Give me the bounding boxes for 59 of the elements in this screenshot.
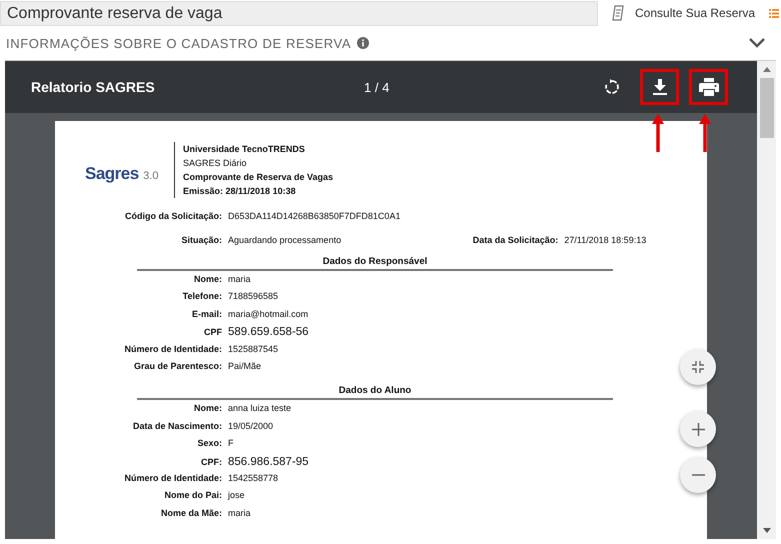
field-value: D653DA114D14268B63850F7DFD81C0A1: [228, 211, 400, 221]
minus-icon: [692, 474, 704, 476]
field-value: 1525887545: [228, 344, 278, 354]
field-value: jose: [228, 490, 245, 500]
field-label: Nome:: [192, 403, 222, 414]
scroll-down-icon[interactable]: [762, 528, 770, 533]
header-line: Universidade TecnoTRENDS: [183, 143, 305, 156]
info-icon: [357, 37, 370, 49]
arrow-annotation: [699, 114, 711, 152]
section-heading: Dados do Aluno: [338, 384, 412, 398]
field-label: Nome:: [192, 274, 222, 284]
field-label: CPF: [203, 327, 222, 338]
field-label: Data da Solicitação:: [472, 235, 558, 245]
download-icon[interactable]: [652, 79, 666, 95]
field-value: 7188596585: [228, 291, 278, 302]
field-value: maria: [228, 508, 251, 518]
page-counter: 1 / 4: [364, 80, 390, 94]
field-label: Código da Solicitação:: [124, 211, 222, 221]
field-label: Sexo:: [196, 438, 222, 448]
header-line: Comprovante de Reserva de Vagas: [183, 171, 334, 184]
collapse-icon: [692, 361, 704, 373]
field-value: 19/05/2000: [228, 420, 274, 431]
field-value: maria@hotmail.com: [228, 308, 308, 319]
header-line: Emissão: 28/11/2018 10:38: [183, 185, 296, 198]
field-label: Nome da Mãe:: [160, 508, 222, 518]
field-value: Pai/Mãe: [228, 360, 262, 371]
scrollbar[interactable]: [757, 61, 776, 539]
field-label: Situação:: [180, 235, 222, 245]
rotate-icon[interactable]: [604, 79, 620, 95]
plus-icon: [692, 422, 704, 436]
field-label: Número de Identidade:: [123, 344, 222, 354]
field-value: anna luiza teste: [228, 403, 292, 414]
field-label: CPF:: [200, 456, 222, 467]
print-icon[interactable]: [698, 78, 718, 96]
page-title-field: Comprovante reserva de vaga: [0, 0, 598, 26]
field-value: 27/11/2018 18:59:13: [564, 235, 646, 245]
consult-tab[interactable]: Consulte Sua Reserva: [612, 0, 756, 26]
section-title: INFORMAÇÕES SOBRE O CADASTRO DE RESERVA: [6, 36, 352, 50]
arrow-annotation: [652, 114, 664, 152]
field-value: 589.659.658-56: [228, 326, 309, 338]
field-label: Data de Nascimento:: [132, 420, 222, 431]
sagres-logo: Sagres 3.0: [85, 164, 160, 184]
field-label: Grau de Parentesco:: [132, 360, 222, 371]
field-value: F: [228, 438, 234, 448]
section-heading: Dados do Responsável: [322, 255, 428, 269]
field-label: E-mail:: [190, 308, 222, 319]
viewer-title: Relatorio SAGRES: [31, 79, 155, 95]
field-value: 1542558778: [228, 472, 278, 483]
field-value: 856.986.587-95: [228, 456, 309, 468]
header-line: SAGRES Diário: [183, 157, 247, 170]
field-value: Aguardando processamento: [228, 235, 342, 245]
chevron-down-icon[interactable]: [749, 38, 765, 48]
field-label: Número de Identidade:: [123, 472, 222, 483]
field-label: Telefone:: [182, 291, 222, 302]
document-icon: [612, 5, 626, 21]
scroll-up-icon[interactable]: [762, 67, 770, 72]
field-label: Nome do Pai:: [163, 490, 222, 500]
scroll-thumb[interactable]: [760, 78, 774, 138]
field-value: maria: [228, 274, 251, 284]
